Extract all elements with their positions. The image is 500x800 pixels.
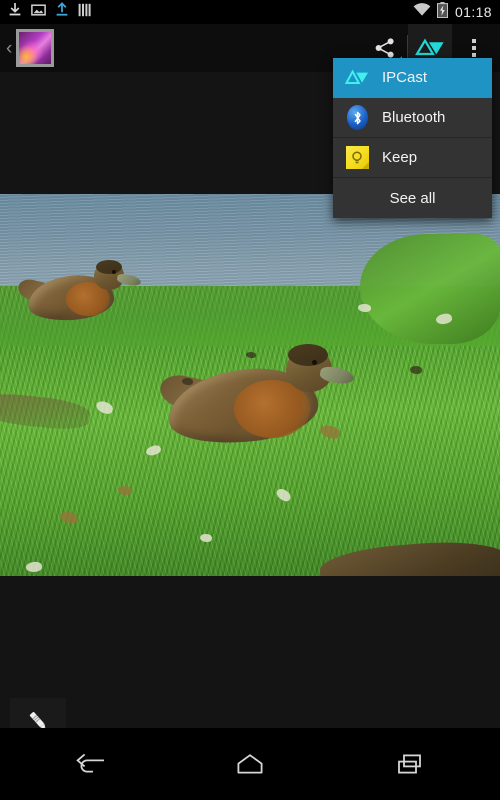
menu-item-label: IPCast	[382, 69, 428, 86]
wifi-icon	[413, 2, 431, 22]
menu-item-label: See all	[389, 189, 436, 207]
device-screen: 01:18 ‹ IPCast Bluetooth Keep See all	[0, 0, 500, 800]
duck-background	[15, 259, 142, 330]
menu-item-ipcast[interactable]: IPCast	[333, 58, 492, 98]
screenshot-icon	[31, 3, 46, 22]
menu-item-label: Keep	[382, 149, 418, 166]
status-bar-notification-icons	[8, 2, 91, 22]
bars-icon	[78, 3, 91, 22]
nav-back-button[interactable]	[58, 740, 122, 788]
download-icon	[8, 2, 22, 22]
menu-item-bluetooth[interactable]: Bluetooth	[333, 98, 492, 138]
recents-icon	[398, 754, 421, 774]
home-icon	[237, 754, 263, 774]
bluetooth-icon	[344, 105, 370, 131]
cast-icon	[344, 65, 370, 91]
upload-icon	[55, 2, 69, 22]
menu-item-keep[interactable]: Keep	[333, 138, 492, 178]
menu-item-see-all[interactable]: See all	[333, 178, 492, 218]
nav-recents-button[interactable]	[378, 740, 442, 788]
menu-item-label: Bluetooth	[382, 109, 446, 126]
navigation-bar	[0, 728, 500, 800]
cast-icon	[415, 38, 444, 56]
nav-home-button[interactable]	[218, 740, 282, 788]
share-dropdown-menu[interactable]: IPCast Bluetooth Keep See all	[333, 58, 492, 218]
photo-image[interactable]	[0, 194, 500, 576]
status-bar[interactable]: 01:18	[0, 0, 500, 24]
battery-charging-icon	[436, 1, 448, 23]
up-navigation-button[interactable]: ‹	[0, 24, 55, 72]
chevron-left-icon: ‹	[6, 37, 13, 59]
right-bush	[360, 234, 500, 344]
gallery-app-icon	[16, 29, 55, 67]
back-arrow-icon	[76, 753, 104, 773]
status-bar-system-icons: 01:18	[413, 1, 492, 23]
share-icon	[375, 38, 394, 58]
status-bar-clock: 01:18	[454, 4, 492, 20]
overflow-dots-icon	[472, 39, 476, 57]
keep-icon	[344, 145, 370, 171]
